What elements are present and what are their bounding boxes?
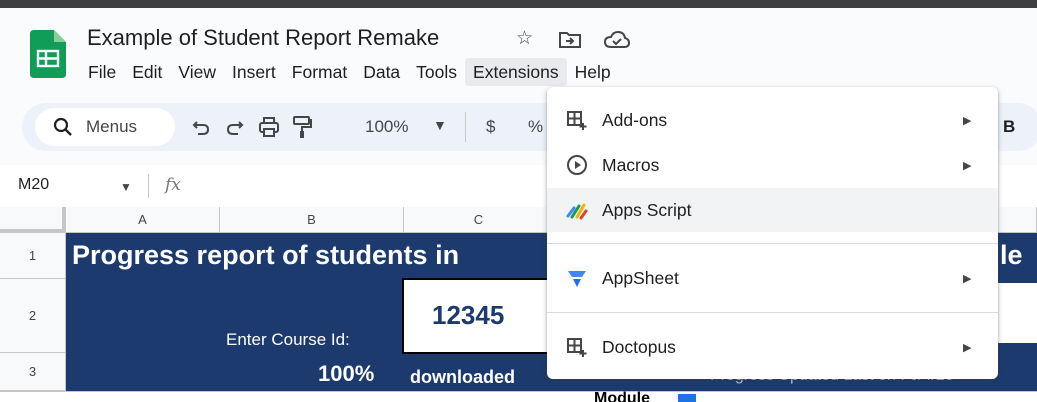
module-checkbox[interactable]	[678, 394, 696, 402]
cloud-status-icon[interactable]	[604, 31, 630, 49]
menu-format[interactable]: Format	[284, 58, 355, 86]
course-id-label[interactable]: Enter Course Id:	[226, 330, 350, 350]
submenu-arrow-icon: ▶	[963, 160, 972, 172]
add-ons-icon	[567, 111, 587, 130]
menu-item-macros-label: Macros	[602, 155, 660, 175]
chevron-down-icon[interactable]: ▼	[433, 117, 447, 133]
submenu-arrow-icon: ▶	[963, 273, 972, 285]
search-icon	[53, 117, 72, 136]
row-header-2[interactable]: 2	[0, 279, 66, 353]
menu-tools[interactable]: Tools	[408, 58, 465, 86]
menu-bar: File Edit View Insert Format Data Tools …	[80, 58, 619, 86]
menu-data[interactable]: Data	[355, 58, 408, 86]
undo-icon[interactable]	[192, 118, 210, 136]
row-header-3[interactable]: 3	[0, 353, 66, 391]
menu-insert[interactable]: Insert	[224, 58, 284, 86]
search-menus-label: Menus	[86, 117, 138, 136]
window-top-strip	[0, 0, 1037, 8]
appsheet-icon	[568, 271, 586, 287]
apps-script-icon	[566, 203, 588, 220]
row-header-1[interactable]: 1	[0, 233, 66, 279]
move-folder-icon[interactable]	[558, 30, 582, 50]
row-4	[0, 391, 1037, 402]
menu-item-add-ons-label: Add-ons	[602, 110, 668, 130]
menu-edit[interactable]: Edit	[124, 58, 170, 86]
report-title-tail: le	[1000, 240, 1023, 270]
paint-format-icon[interactable]	[292, 115, 312, 139]
column-header-c[interactable]: C	[404, 207, 554, 233]
menu-item-doctopus-label: Doctopus	[602, 337, 676, 357]
report-title-cell[interactable]: Progress report of students in	[72, 240, 459, 271]
bold-button[interactable]: B	[1003, 117, 1015, 137]
redo-icon[interactable]	[226, 118, 244, 136]
macros-play-icon	[567, 155, 587, 175]
print-icon[interactable]	[258, 116, 280, 138]
format-percent-button[interactable]: %	[528, 117, 543, 137]
toolbar-divider	[465, 112, 466, 142]
submenu-arrow-icon: ▶	[963, 342, 972, 354]
course-id-value: 12345	[432, 300, 505, 330]
sheets-logo-icon[interactable]	[30, 30, 66, 78]
formula-divider	[148, 174, 149, 198]
column-header-a[interactable]: A	[66, 207, 220, 233]
zoom-select[interactable]: 100%	[365, 117, 408, 137]
menu-extensions[interactable]: Extensions	[465, 58, 567, 86]
menu-item-appsheet-label: AppSheet	[602, 268, 679, 288]
submenu-arrow-icon: ▶	[963, 115, 972, 127]
menu-divider	[547, 243, 998, 244]
chevron-down-icon[interactable]: ▼	[120, 180, 132, 194]
format-currency-button[interactable]: $	[486, 117, 495, 137]
menu-help[interactable]: Help	[567, 58, 619, 86]
download-label: downloaded	[410, 367, 515, 387]
add-ons-icon	[567, 338, 587, 357]
menu-view[interactable]: View	[170, 58, 224, 86]
name-box[interactable]: M20	[18, 176, 49, 194]
menu-file[interactable]: File	[80, 58, 124, 86]
document-title[interactable]: Example of Student Report Remake	[87, 25, 439, 51]
menu-item-apps-script-label: Apps Script	[602, 200, 692, 220]
select-all-corner[interactable]	[0, 207, 66, 233]
star-icon[interactable]: ☆	[516, 27, 533, 50]
menu-divider	[547, 312, 998, 313]
fx-icon: fx	[165, 175, 181, 195]
column-header-b[interactable]: B	[220, 207, 404, 233]
download-percent[interactable]: 100%	[318, 361, 374, 387]
module-label[interactable]: Module	[594, 390, 650, 402]
